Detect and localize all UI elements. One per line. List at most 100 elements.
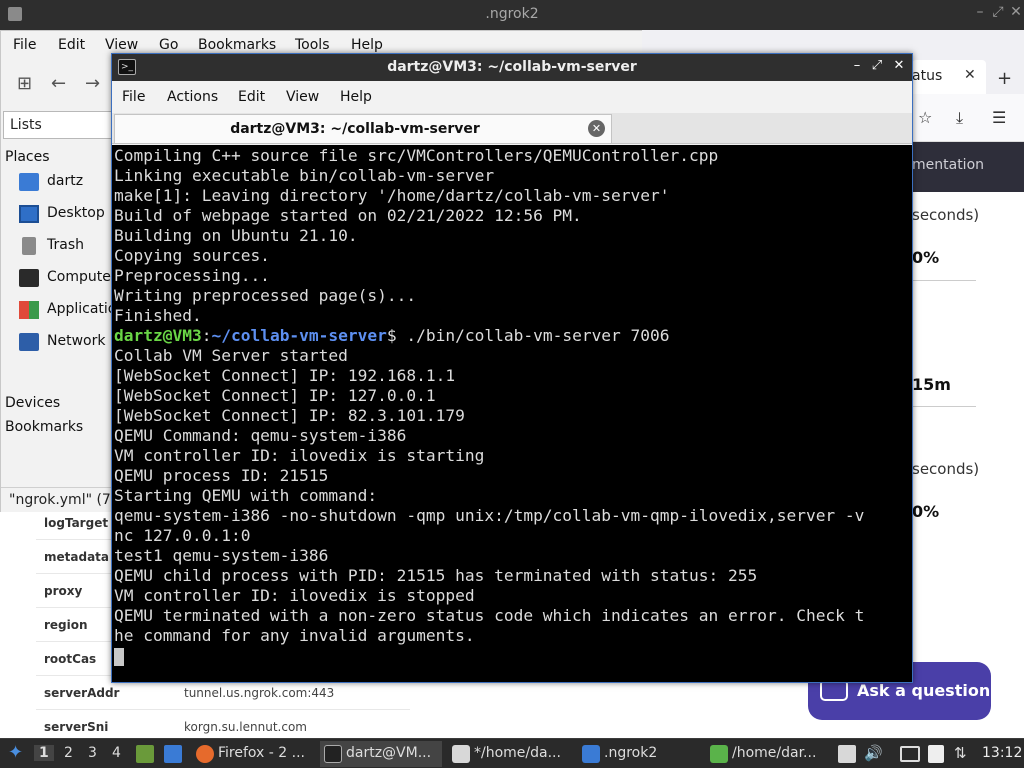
menu-tools[interactable]: Tools: [295, 37, 330, 53]
task-text-editor[interactable]: */home/da...: [448, 741, 572, 767]
terminal-tab[interactable]: dartz@VM3: ~/collab-vm-server ✕: [114, 114, 612, 143]
output-line: Starting QEMU with command:: [114, 486, 378, 505]
config-key: region: [44, 618, 88, 632]
back-icon[interactable]: ←: [51, 73, 66, 94]
minimize-icon[interactable]: –: [848, 58, 866, 73]
menu-help[interactable]: Help: [351, 37, 383, 53]
menu-go[interactable]: Go: [159, 37, 178, 53]
notes-icon[interactable]: [838, 745, 856, 763]
menu-view[interactable]: View: [286, 89, 319, 105]
output-line: [WebSocket Connect] IP: 192.168.1.1: [114, 366, 456, 385]
close-tab-icon[interactable]: ✕: [964, 67, 976, 83]
terminal-lines: Compiling C++ source file src/VMControll…: [114, 146, 910, 666]
text-cursor: [114, 647, 124, 666]
cursor-line: [114, 646, 910, 666]
close-icon[interactable]: ✕: [1006, 4, 1024, 20]
docs-link[interactable]: mentation: [912, 157, 984, 173]
terminal-window: >_ dartz@VM3: ~/collab-vm-server – ⤢ ✕ F…: [111, 53, 913, 683]
prompt-user: dartz@VM3: [114, 326, 202, 345]
output-line: QEMU process ID: 21515: [114, 466, 329, 485]
clock[interactable]: 13:12: [982, 745, 1022, 761]
terminal-titlebar[interactable]: >_ dartz@VM3: ~/collab-vm-server – ⤢ ✕: [112, 54, 912, 81]
output-line: [WebSocket Connect] IP: 127.0.0.1: [114, 386, 436, 405]
sidebar-item-network[interactable]: Network: [19, 331, 113, 353]
maximize-icon[interactable]: ⤢: [988, 4, 1008, 20]
computer-icon: [19, 269, 39, 287]
download-icon[interactable]: ⤓: [956, 108, 963, 128]
text-editor-icon: [710, 745, 728, 763]
workspace-1[interactable]: 1: [34, 745, 54, 761]
new-tab-icon[interactable]: +: [997, 68, 1012, 89]
firefox-icon: [196, 745, 214, 763]
output-line: Preprocessing...: [114, 266, 270, 285]
terminal-icon: [324, 745, 342, 763]
menu-icon[interactable]: ☰: [992, 108, 1006, 127]
output-line: qemu-system-i386 -no-shutdown -qmp unix:…: [114, 506, 865, 525]
trash-icon: [22, 237, 36, 255]
terminal-output[interactable]: Compiling C++ source file src/VMControll…: [112, 145, 912, 682]
menu-file[interactable]: File: [13, 37, 36, 53]
output-line: test1 qemu-system-i386: [114, 546, 329, 565]
clipboard-icon[interactable]: [928, 745, 944, 763]
workspace-4[interactable]: 4: [112, 745, 121, 761]
menu-view[interactable]: View: [105, 37, 138, 53]
workspace-3[interactable]: 3: [88, 745, 97, 761]
terminal-tab-label: dartz@VM3: ~/collab-vm-server: [230, 121, 480, 137]
sidebar-item-computer[interactable]: Computer: [19, 267, 113, 289]
devices-header: Devices: [5, 395, 61, 411]
output-line: QEMU terminated with a non-zero status c…: [114, 606, 865, 625]
page-text: seconds): [912, 460, 980, 478]
close-tab-icon[interactable]: ✕: [588, 120, 605, 137]
sidebar-item-trash[interactable]: Trash: [19, 235, 113, 257]
side-pane-label: Lists: [10, 117, 42, 133]
places-header: Places: [5, 149, 50, 165]
output-line: VM controller ID: ilovedix is stopped: [114, 586, 475, 605]
network-status-icon[interactable]: ⇅: [954, 744, 967, 762]
sidebar-item-applications[interactable]: Applications: [19, 299, 113, 321]
browser-tab-label: atus: [912, 68, 943, 84]
display-icon[interactable]: [900, 746, 920, 762]
output-line: [WebSocket Connect] IP: 82.3.101.179: [114, 406, 465, 425]
output-line: Build of webpage started on 02/21/2022 1…: [114, 206, 582, 225]
output-line: nc 127.0.0.1:0: [114, 526, 251, 545]
task-terminal[interactable]: dartz@VM...: [320, 741, 442, 767]
minimize-icon[interactable]: –: [970, 4, 990, 20]
output-line: VM controller ID: ilovedix is starting: [114, 446, 485, 465]
sidebar-item-desktop[interactable]: Desktop: [19, 203, 113, 225]
output-line: he command for any invalid arguments.: [114, 626, 475, 645]
menu-edit[interactable]: Edit: [238, 89, 265, 105]
prompt-path: ~/collab-vm-server: [211, 326, 387, 345]
browser-tab[interactable]: atus ✕: [912, 60, 986, 94]
menu-file[interactable]: File: [122, 89, 145, 105]
close-icon[interactable]: ✕: [890, 58, 908, 73]
start-menu-icon[interactable]: ✦: [8, 742, 23, 763]
places-sidebar: Places dartz Desktop Trash Computer Appl…: [1, 143, 113, 483]
menu-help[interactable]: Help: [340, 89, 372, 105]
maximize-icon[interactable]: ⤢: [868, 58, 886, 73]
show-desktop-icon[interactable]: [136, 745, 154, 763]
menu-actions[interactable]: Actions: [167, 89, 218, 105]
side-pane-selector[interactable]: Lists: [3, 111, 113, 139]
file-manager-title: .ngrok2: [485, 6, 539, 22]
prompt-separator: :: [201, 326, 212, 345]
page-text: 15m: [912, 375, 951, 394]
task-text-editor-2[interactable]: /home/dar...: [706, 741, 830, 767]
task-firefox[interactable]: Firefox - 2 ...: [192, 741, 314, 767]
menu-bookmarks[interactable]: Bookmarks: [198, 37, 276, 53]
taskbar: ✦ 1 2 3 4 Firefox - 2 ... dartz@VM... */…: [0, 738, 1024, 768]
output-line: Linking executable bin/collab-vm-server: [114, 166, 495, 185]
page-text: 0%: [912, 248, 940, 267]
config-key: rootCas: [44, 652, 97, 666]
workspace-2[interactable]: 2: [64, 745, 73, 761]
page-text: seconds): [912, 206, 980, 224]
output-line: QEMU Command: qemu-system-i386: [114, 426, 407, 445]
menu-edit[interactable]: Edit: [58, 37, 85, 53]
config-key: serverSni: [44, 720, 109, 734]
bookmark-star-icon[interactable]: ☆: [918, 108, 932, 127]
volume-icon[interactable]: 🔊: [864, 744, 883, 762]
sidebar-item-home[interactable]: dartz: [19, 171, 113, 193]
forward-icon[interactable]: →: [85, 73, 100, 94]
new-tab-icon[interactable]: ⊞: [17, 73, 32, 94]
task-file-manager[interactable]: .ngrok2: [578, 741, 700, 767]
file-manager-launcher-icon[interactable]: [164, 745, 182, 763]
